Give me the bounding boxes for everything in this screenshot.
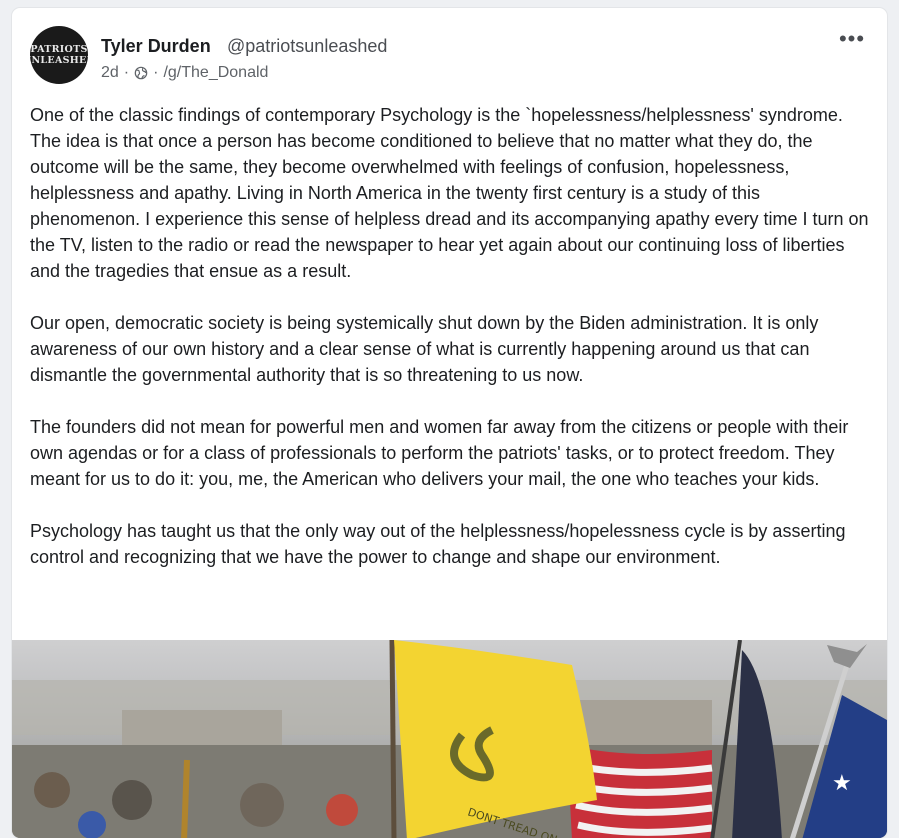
post-paragraph: Our open, democratic society is being sy… [30, 313, 819, 385]
community-link[interactable]: /g/The_Donald [163, 64, 268, 82]
post-card: PATRIOTS UNLEASHED Tyler Durden @patriot… [12, 8, 887, 838]
meta-separator: · [123, 64, 130, 81]
meta-separator-2: · [153, 64, 159, 81]
avatar[interactable]: PATRIOTS UNLEASHED [30, 26, 88, 84]
avatar-text-line-2: UNLEASHED [30, 55, 88, 66]
author-handle[interactable]: @patriotsunleashed [227, 36, 387, 57]
post-paragraph: Psychology has taught us that the only w… [30, 521, 846, 567]
post-meta: 2d · · /g/The_Donald [101, 64, 268, 82]
flags-photo: DONT TREAD ON ★ [12, 640, 887, 838]
post-image[interactable]: DONT TREAD ON ★ [12, 640, 887, 838]
avatar-text-line-1: PATRIOTS [30, 44, 88, 55]
svg-text:★: ★ [832, 771, 852, 796]
post-header: PATRIOTS UNLEASHED Tyler Durden @patriot… [30, 26, 869, 86]
author-name[interactable]: Tyler Durden [101, 36, 211, 57]
globe-icon [134, 66, 148, 80]
post-body: One of the classic findings of contempor… [30, 102, 872, 596]
more-options-button[interactable]: ••• [837, 28, 867, 54]
post-paragraph: One of the classic findings of contempor… [30, 105, 869, 281]
post-age[interactable]: 2d [101, 64, 119, 82]
post-paragraph: The founders did not mean for powerful m… [30, 417, 849, 489]
